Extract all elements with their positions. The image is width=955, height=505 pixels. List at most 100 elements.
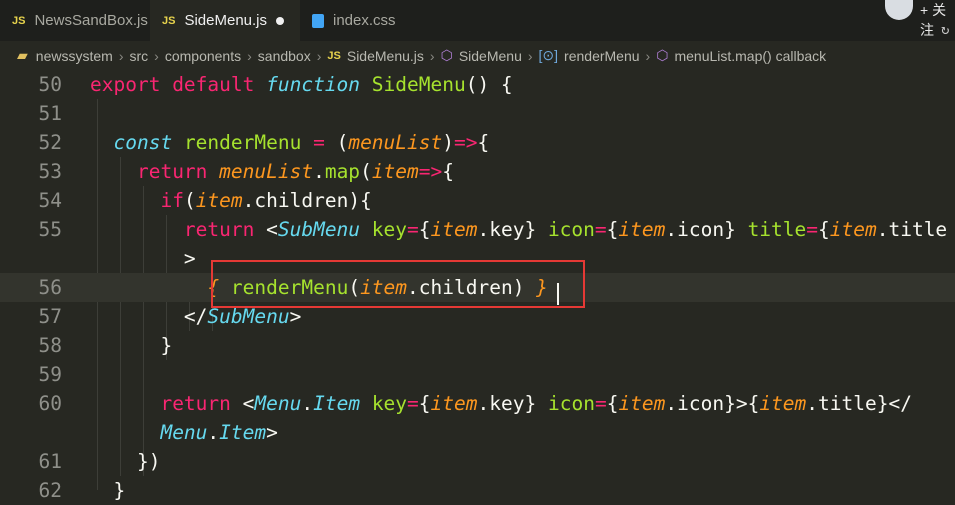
refresh-icon[interactable]: ↻	[941, 22, 949, 38]
code-token: item	[618, 218, 666, 241]
code-token: return	[136, 160, 220, 183]
code-token: item	[829, 218, 877, 241]
chevron-right-icon: ›	[118, 47, 124, 64]
code-token: key	[371, 218, 408, 241]
line-number: 52	[38, 131, 62, 154]
line-number: 60	[38, 392, 62, 415]
code-token: }	[90, 334, 173, 357]
code-token: }	[90, 479, 126, 502]
chevron-right-icon: ›	[247, 47, 252, 64]
chevron-right-icon: ›	[429, 47, 435, 64]
code-token: =	[407, 392, 419, 415]
breadcrumb-item[interactable]: components	[165, 48, 241, 64]
text-cursor	[557, 283, 559, 305]
code-text[interactable]: >	[90, 244, 196, 273]
code-line[interactable]: 60 return <Menu.Item key={item.key} icon…	[0, 389, 955, 418]
code-token: (	[183, 189, 196, 212]
tab-label: SideMenu.js	[184, 12, 268, 29]
breadcrumb-file[interactable]: SideMenu.js	[347, 48, 424, 64]
code-token: renderMenu	[183, 131, 302, 154]
code-token: return	[183, 218, 267, 241]
js-file-icon: JS	[162, 14, 176, 27]
code-text[interactable]: const renderMenu = (menuList)=>{	[90, 128, 489, 157]
code-line[interactable]: 51	[0, 99, 955, 128]
tab-newssandbox[interactable]: JS NewsSandBox.js	[0, 0, 150, 41]
code-text[interactable]: export default function SideMenu() {	[90, 70, 513, 99]
code-token: export	[90, 73, 173, 96]
code-line[interactable]: 52 const renderMenu = (menuList)=>{	[0, 128, 955, 157]
tab-label: NewsSandBox.js	[34, 12, 148, 29]
code-token: return	[160, 392, 243, 415]
code-token: .children){	[242, 189, 372, 212]
code-token: =	[806, 218, 819, 241]
code-token: SideMenu	[371, 73, 466, 96]
code-token: SubMenu	[207, 305, 290, 328]
code-token: .icon}>{	[665, 392, 760, 415]
breadcrumb-symbol[interactable]: SideMenu	[459, 48, 522, 64]
code-token: Menu	[160, 421, 208, 444]
breadcrumb-symbol[interactable]: menuList.map() callback	[674, 48, 826, 64]
css-file-icon	[312, 13, 324, 28]
code-token: SubMenu	[277, 218, 372, 241]
line-number: 56	[38, 276, 62, 299]
js-file-icon: JS	[327, 49, 341, 62]
code-text[interactable]: return menuList.map(item=>{	[90, 157, 454, 186]
follow-button[interactable]: + 关注	[920, 0, 955, 40]
code-line[interactable]: 53 return menuList.map(item=>{	[0, 157, 955, 186]
code-text[interactable]: return <Menu.Item key={item.key} icon={i…	[90, 389, 912, 418]
code-token: item	[195, 189, 243, 212]
code-token: item	[430, 218, 478, 241]
breadcrumb-symbol[interactable]: renderMenu	[564, 48, 640, 64]
code-token: .title}</	[806, 392, 912, 415]
code-token: =	[407, 218, 419, 241]
variable-icon: [⊙]	[538, 47, 559, 63]
code-token: >	[266, 421, 278, 444]
code-token: {	[477, 131, 490, 154]
code-token: menuList	[348, 131, 443, 154]
code-token: icon	[547, 392, 595, 415]
breadcrumb-item[interactable]: newssystem	[36, 48, 113, 64]
code-line[interactable]: 62 }	[0, 476, 955, 505]
code-text[interactable]: }	[90, 476, 125, 505]
code-token: =	[301, 131, 337, 154]
code-text[interactable]: }	[90, 331, 172, 360]
tab-index-css[interactable]: index.css	[300, 0, 428, 41]
cube-icon: ⬡	[656, 47, 669, 63]
code-token: key	[371, 392, 408, 415]
code-text[interactable]: Menu.Item>	[90, 418, 278, 447]
code-token: =	[594, 392, 607, 415]
breadcrumb-item[interactable]: sandbox	[258, 48, 311, 64]
code-token: menuList	[219, 160, 314, 183]
code-line[interactable]: 50 export default function SideMenu() {	[0, 70, 955, 99]
code-line[interactable]: 54 if(item.children){	[0, 186, 955, 215]
code-line[interactable]: 58 }	[0, 331, 955, 360]
code-token: =>	[418, 160, 443, 183]
code-line[interactable]: 59	[0, 360, 955, 389]
breadcrumb-item[interactable]: src	[129, 48, 148, 64]
avatar[interactable]	[885, 0, 913, 20]
code-token: item	[371, 160, 419, 183]
code-text[interactable]: })	[90, 447, 161, 476]
code-text[interactable]: return <SubMenu key={item.key} icon={ite…	[90, 215, 947, 244]
code-token: function	[266, 73, 372, 96]
code-line[interactable]: 61 })	[0, 447, 955, 476]
code-text[interactable]: if(item.children){	[90, 186, 372, 215]
code-token: .key}	[477, 218, 548, 241]
code-line[interactable]: Menu.Item>	[0, 418, 955, 447]
tab-sidemenu[interactable]: JS SideMenu.js	[150, 0, 300, 41]
code-token: item	[759, 392, 807, 415]
code-token: })	[90, 450, 161, 473]
unsaved-dot-icon[interactable]	[276, 16, 285, 25]
code-line[interactable]: 55 return <SubMenu key={item.key} icon={…	[0, 215, 955, 244]
breadcrumb: ▰ newssystem › src › components › sandbox › …	[0, 41, 955, 70]
code-token: title	[747, 218, 807, 241]
chevron-right-icon: ›	[645, 47, 651, 64]
line-number: 61	[38, 450, 62, 473]
line-number: 62	[38, 479, 62, 502]
